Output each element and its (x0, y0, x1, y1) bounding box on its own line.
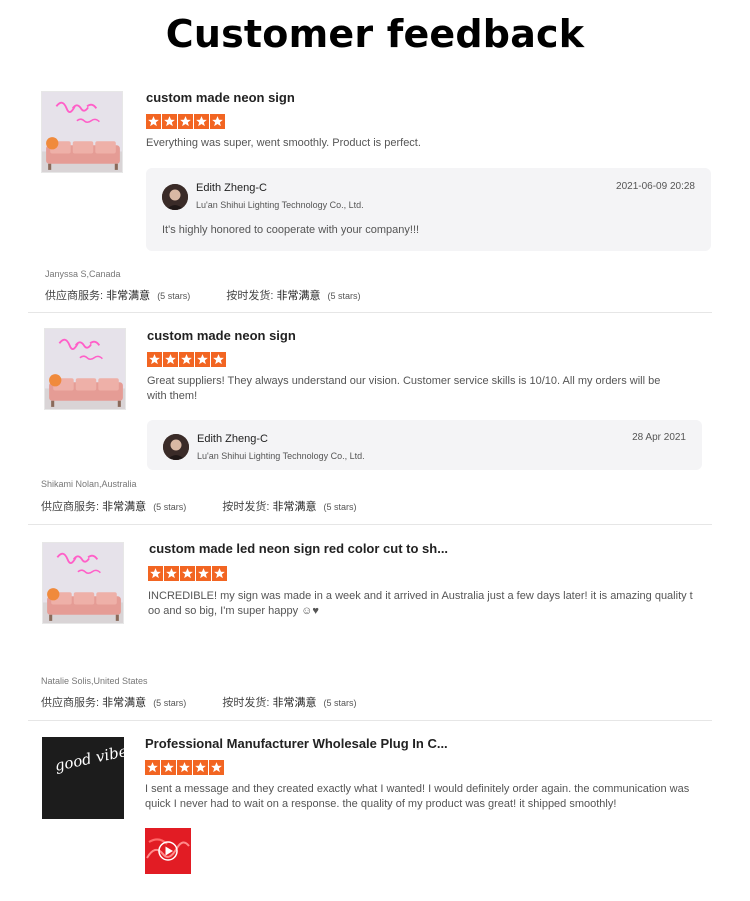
service-ratings: 供应商服务: 非常满意 (5 stars) 按时发货: 非常满意 (5 star… (41, 498, 357, 514)
rating-stars (145, 760, 224, 775)
reply-author-name: Edith Zheng-C (197, 433, 268, 445)
supplier-service-value: 非常满意 (102, 697, 147, 709)
star-icon (145, 760, 160, 775)
star-icon (196, 566, 211, 581)
divider (28, 524, 712, 525)
star-icon (180, 566, 195, 581)
divider (28, 312, 712, 313)
on-time-label: 按时发货: (222, 501, 270, 513)
supplier-service-label: 供应商服务: (41, 501, 100, 513)
star-icon (210, 114, 225, 129)
review-text: INCREDIBLE! my sign was made in a week a… (148, 590, 693, 617)
on-time-value: 非常满意 (272, 501, 317, 513)
reply-date: 2021-06-09 20:28 (616, 181, 695, 192)
rating-stars (148, 566, 227, 581)
buyer-info: Janyssa S,Canada (45, 269, 121, 279)
supplier-service-stars: (5 stars) (153, 698, 187, 708)
star-icon (148, 566, 163, 581)
buyer-info: Shikami Nolan,Australia (41, 479, 137, 489)
rating-stars (146, 114, 225, 129)
supplier-reply: Edith Zheng-C Lu'an Shihui Lighting Tech… (147, 420, 702, 470)
star-icon (163, 352, 178, 367)
product-thumbnail[interactable] (41, 91, 123, 173)
star-icon (177, 760, 192, 775)
supplier-service-label: 供应商服务: (45, 290, 104, 302)
review-text: Everything was super, went smoothly. Pro… (146, 137, 421, 149)
star-icon (212, 566, 227, 581)
supplier-reply: Edith Zheng-C Lu'an Shihui Lighting Tech… (146, 168, 711, 251)
supplier-service-value: 非常满意 (102, 501, 147, 513)
product-title-link[interactable]: custom made led neon sign red color cut … (149, 541, 448, 556)
product-title-link[interactable]: Professional Manufacturer Wholesale Plug… (145, 736, 448, 751)
star-icon (193, 760, 208, 775)
page-title: Customer feedback (165, 12, 585, 56)
star-icon (194, 114, 209, 129)
star-icon (209, 760, 224, 775)
reply-author-name: Edith Zheng-C (196, 182, 267, 194)
avatar (162, 184, 188, 210)
supplier-service-stars: (5 stars) (153, 502, 187, 512)
on-time-stars: (5 stars) (323, 698, 357, 708)
rating-stars (147, 352, 226, 367)
review-text: Great suppliers! They always understand … (147, 375, 661, 402)
star-icon (146, 114, 161, 129)
star-icon (178, 114, 193, 129)
product-thumbnail[interactable] (44, 328, 126, 410)
reply-company-name: Lu'an Shihui Lighting Technology Co., Lt… (196, 200, 364, 210)
service-ratings: 供应商服务: 非常满意 (5 stars) 按时发货: 非常满意 (5 star… (41, 694, 357, 710)
supplier-service-value: 非常满意 (106, 290, 151, 302)
star-icon (161, 760, 176, 775)
star-icon (195, 352, 210, 367)
on-time-stars: (5 stars) (327, 291, 361, 301)
on-time-value: 非常满意 (272, 697, 317, 709)
star-icon (179, 352, 194, 367)
divider (28, 720, 712, 721)
reply-company-name: Lu'an Shihui Lighting Technology Co., Lt… (197, 451, 365, 461)
product-title-link[interactable]: custom made neon sign (147, 328, 296, 343)
supplier-service-stars: (5 stars) (157, 291, 191, 301)
attachment-video-thumbnail[interactable] (145, 828, 191, 874)
star-icon (162, 114, 177, 129)
review-text: I sent a message and they created exactl… (145, 783, 690, 810)
on-time-stars: (5 stars) (323, 502, 357, 512)
on-time-label: 按时发货: (226, 290, 274, 302)
supplier-service-label: 供应商服务: (41, 697, 100, 709)
product-title-link[interactable]: custom made neon sign (146, 90, 295, 105)
buyer-info: Natalie Solis,United States (41, 676, 148, 686)
star-icon (211, 352, 226, 367)
avatar (163, 434, 189, 460)
star-icon (164, 566, 179, 581)
service-ratings: 供应商服务: 非常满意 (5 stars) 按时发货: 非常满意 (5 star… (45, 287, 361, 303)
star-icon (147, 352, 162, 367)
on-time-value: 非常满意 (276, 290, 321, 302)
reply-text: It's highly honored to cooperate with yo… (162, 224, 420, 236)
product-thumbnail[interactable]: good vibes only (42, 737, 124, 819)
on-time-label: 按时发货: (222, 697, 270, 709)
product-thumbnail[interactable] (42, 542, 124, 624)
reply-date: 28 Apr 2021 (632, 432, 686, 443)
